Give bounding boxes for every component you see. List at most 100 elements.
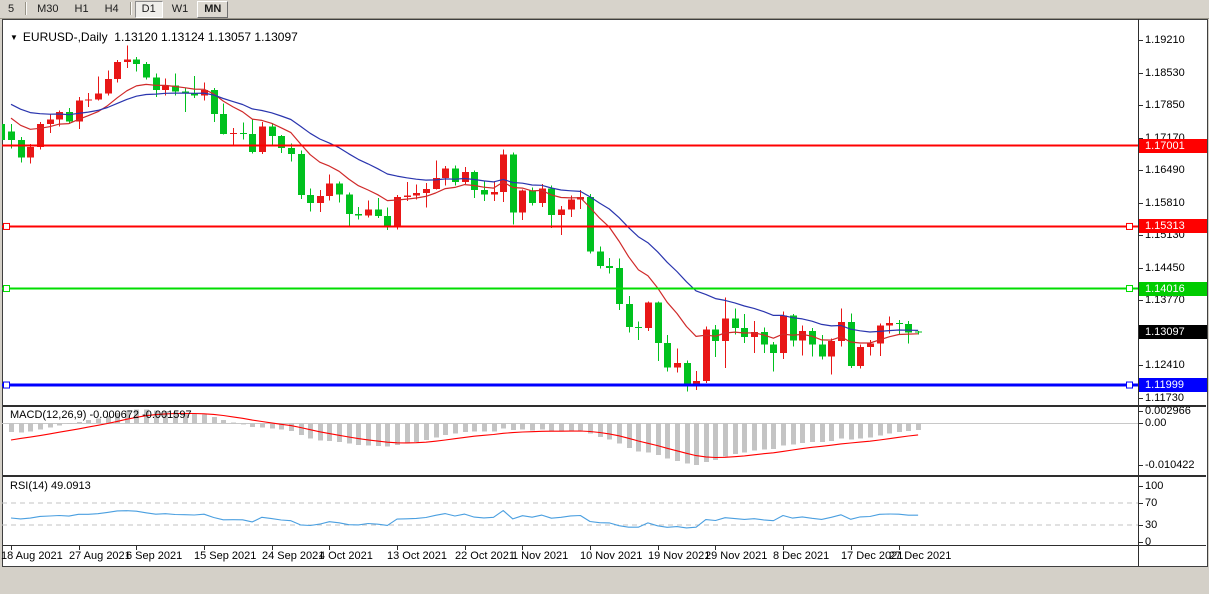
timeframe-button-d1[interactable]: D1 — [134, 1, 163, 18]
time-axis-label: 27 Aug 2021 — [69, 550, 131, 562]
candle — [510, 152, 517, 225]
candle — [799, 325, 806, 356]
axis-tick-mark — [1139, 73, 1143, 74]
toolbar-separator — [129, 2, 131, 15]
rsi-value: 49.0913 — [50, 480, 91, 492]
hline-handle[interactable] — [1126, 222, 1133, 230]
price-badge-1.14016: 1.14016 — [1139, 282, 1207, 296]
chart-ohlc-header: ▼ EURUSD-,Daily 1.13120 1.13124 1.13057 1… — [10, 30, 298, 44]
candle — [375, 197, 382, 218]
candle — [770, 341, 777, 372]
toolbar-separator — [25, 2, 27, 15]
candle — [635, 321, 642, 340]
candle — [626, 295, 633, 333]
candle — [317, 190, 324, 212]
axis-tick-mark — [1139, 423, 1143, 424]
timeframe-button-w1[interactable]: W1 — [165, 1, 196, 18]
axis-tick-label: 70 — [1145, 497, 1158, 509]
hline-handle[interactable] — [1126, 381, 1133, 389]
candle — [741, 314, 748, 343]
candle — [259, 121, 266, 154]
candle — [732, 308, 739, 335]
candle — [462, 166, 469, 185]
axis-tick-label: 30 — [1145, 519, 1158, 531]
rsi-indicator-label: RSI(14) 49.0913 — [10, 480, 91, 492]
hline-handle[interactable] — [3, 222, 10, 230]
candlestick-series — [2, 45, 922, 392]
hline-handle[interactable] — [3, 285, 10, 293]
price-badge-1.15313: 1.15313 — [1139, 219, 1207, 233]
candle — [365, 200, 372, 218]
candle — [519, 189, 526, 220]
candle — [597, 246, 604, 269]
candle — [568, 195, 575, 218]
axis-tick-mark — [1139, 170, 1143, 171]
time-axis-label: 15 Sep 2021 — [194, 550, 257, 562]
timeframe-button-h4[interactable]: H4 — [98, 1, 126, 18]
candle — [838, 308, 845, 347]
axis-tick-label: 1.15810 — [1145, 197, 1185, 209]
timeframe-button-mn[interactable]: MN — [197, 1, 229, 18]
candle — [664, 335, 671, 372]
candle — [828, 338, 835, 375]
candle — [85, 93, 92, 107]
timeframe-button-m30[interactable]: M30 — [30, 1, 65, 18]
candle — [336, 181, 343, 203]
candle — [761, 327, 768, 353]
candle — [307, 188, 314, 212]
candle — [201, 82, 208, 101]
candle — [452, 165, 459, 186]
axis-tick-mark — [1139, 398, 1143, 399]
pane-separator[interactable] — [3, 405, 1206, 407]
axis-tick-mark — [1139, 268, 1143, 269]
candle — [896, 319, 903, 336]
hline-handle[interactable] — [3, 381, 10, 389]
time-axis-label: 19 Nov 2021 — [648, 550, 711, 562]
candle — [124, 45, 131, 69]
candle — [751, 320, 758, 353]
time-axis-label: 27 Dec 2021 — [889, 550, 952, 562]
candle — [230, 128, 237, 146]
timeframe-button-h1[interactable]: H1 — [68, 1, 96, 18]
macd-values: -0.000672 -0.001597 — [89, 409, 192, 421]
axis-tick-mark — [1139, 411, 1143, 412]
axis-tick-mark — [1139, 503, 1143, 504]
hline-handle[interactable] — [1126, 285, 1133, 293]
time-axis-label: 13 Oct 2021 — [387, 550, 447, 562]
time-axis-label: 1 Nov 2021 — [512, 550, 569, 562]
candle — [326, 174, 333, 201]
candle — [809, 328, 816, 357]
axis-tick-label: 1.17850 — [1145, 99, 1185, 111]
candle — [27, 143, 34, 164]
axis-tick-mark — [1139, 105, 1143, 106]
price-chart-pane[interactable] — [2, 20, 1138, 405]
candle — [172, 73, 179, 96]
candle — [616, 258, 623, 310]
candle — [433, 160, 440, 190]
chart-symbol-period: EURUSD-,Daily — [22, 30, 108, 44]
axis-tick-label: 0.002966 — [1145, 405, 1191, 417]
time-axis-label: 24 Sep 2021 — [262, 550, 325, 562]
candle — [693, 371, 700, 390]
timeframe-button-5[interactable]: 5 — [1, 1, 21, 18]
chart-dropdown-icon: ▼ — [10, 33, 18, 42]
candle — [645, 301, 652, 331]
candle — [95, 76, 102, 101]
candle — [684, 360, 691, 392]
axis-tick-mark — [1139, 235, 1143, 236]
candle — [491, 181, 498, 201]
time-axis-label: 22 Oct 2021 — [455, 550, 515, 562]
axis-tick-label: 1.12410 — [1145, 359, 1185, 371]
time-axis-label: 4 Oct 2021 — [319, 550, 373, 562]
ma-slow-line — [10, 92, 919, 333]
candle — [674, 348, 681, 373]
pane-separator[interactable] — [3, 475, 1206, 477]
timeframe-toolbar: 5 M30 H1 H4 D1 W1 MN — [0, 0, 1209, 19]
rsi-name: RSI(14) — [10, 480, 48, 492]
axis-tick-label: 100 — [1145, 480, 1164, 492]
candle — [790, 314, 797, 347]
axis-tick-mark — [1139, 525, 1143, 526]
rsi-pane[interactable] — [2, 477, 1138, 545]
candle — [133, 57, 140, 72]
candle — [269, 122, 276, 146]
